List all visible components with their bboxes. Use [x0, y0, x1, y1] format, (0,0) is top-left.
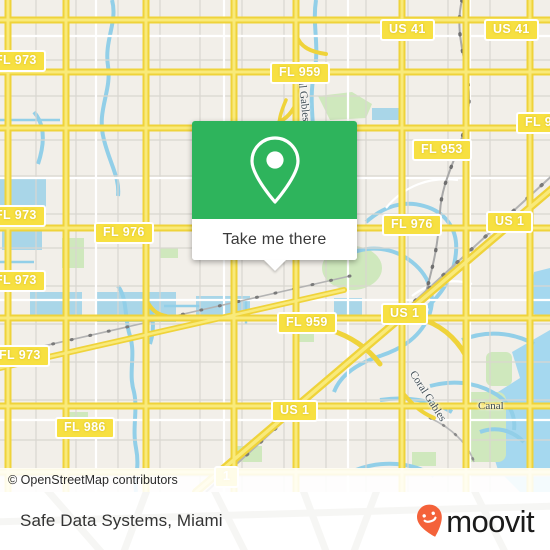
map-pin-icon [249, 136, 300, 204]
road-shield-fl959: FL 959 [270, 62, 330, 84]
road-shield-fl973: FL 973 [0, 270, 46, 292]
popup-cta[interactable]: Take me there [192, 219, 357, 271]
popup-cta-label: Take me there [222, 230, 327, 248]
road-shield-us1: US 1 [486, 211, 534, 233]
attribution-text: © OpenStreetMap contributors [8, 473, 178, 487]
road-shield-fl973: FL 973 [0, 50, 46, 72]
footer-bar: Safe Data Systems, Miami moovit [0, 492, 550, 550]
road-shield-fl953: FL 953 [412, 139, 472, 161]
road-shield-fl973: FL 973 [0, 205, 46, 227]
moovit-logo[interactable]: moovit [415, 503, 535, 539]
road-shield-us41: US 41 [380, 19, 435, 41]
road-shield-fl959: FL 959 [277, 312, 337, 334]
road-shield-fl97: FL 97 [516, 112, 550, 134]
road-shield-us1: US 1 [381, 303, 429, 325]
popup-pointer-tail [263, 260, 286, 271]
map-attribution: © OpenStreetMap contributors [0, 468, 550, 492]
moovit-pin-smiley-icon [417, 504, 443, 537]
water-label: Canal [478, 400, 504, 412]
road-shield-fl976: FL 976 [382, 214, 442, 236]
road-shield-fl973: FL 973 [0, 345, 50, 367]
road-shield-fl976: FL 976 [94, 222, 154, 244]
take-me-there-popup[interactable]: Take me there [192, 121, 357, 271]
popup-image-area [192, 121, 357, 219]
road-shield-fl986: FL 986 [55, 417, 115, 439]
road-shield-us41: US 41 [484, 19, 539, 41]
moovit-wordmark: moovit [446, 503, 534, 539]
road-shield-us1: US 1 [271, 400, 319, 422]
moovit-map-screenshot: Coral Gables Canal Coral Gables Canal FL… [0, 0, 550, 550]
location-title: Safe Data Systems, Miami [20, 511, 223, 530]
